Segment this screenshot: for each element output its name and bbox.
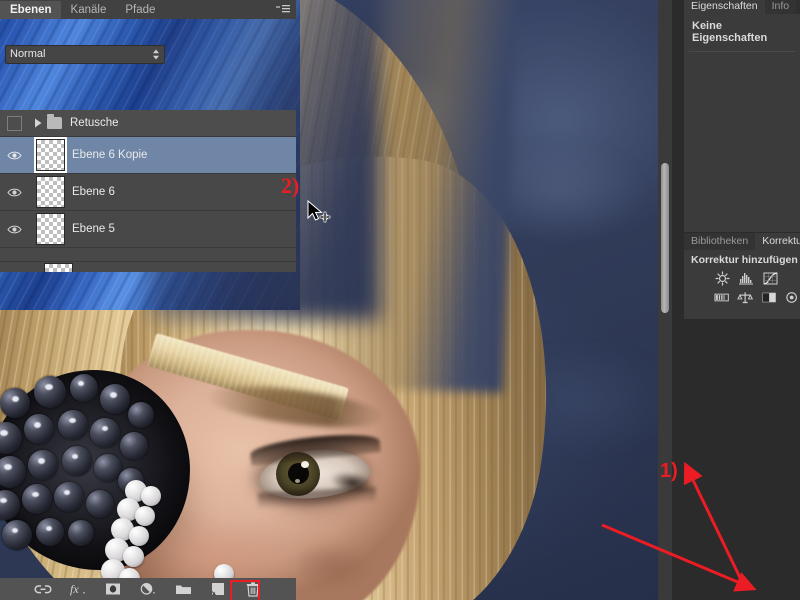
properties-panel: Eigenschaften Info Keine Eigenschaften <box>684 0 800 232</box>
arrow-to-layer <box>683 461 747 589</box>
tab-eigenschaften[interactable]: Eigenschaften <box>684 0 765 14</box>
table-row[interactable]: Retusche <box>0 110 296 137</box>
layer-list[interactable]: Retusche Ebene 6 Kopie Ebene 6 Ebene 5 <box>0 110 296 272</box>
new-layer-highlight-box <box>230 580 260 600</box>
annotation-step-2: 2) <box>281 173 300 198</box>
layer-style-fx-icon[interactable]: fx <box>69 581 87 597</box>
curves-icon[interactable] <box>762 271 779 286</box>
adjustments-icons-row-2 <box>684 288 800 307</box>
layer-row-partial[interactable] <box>0 261 296 272</box>
photoshop-window: Eigenschaften Info Keine Eigenschaften B… <box>0 0 800 600</box>
layers-bottom-toolbar: fx <box>0 578 296 600</box>
layer-thumbnail <box>35 176 65 208</box>
blend-mode-select[interactable]: Normal <box>5 44 165 64</box>
blend-mode-value: Normal <box>10 48 46 60</box>
layer-thumbnail-cell[interactable] <box>28 139 72 171</box>
eye-icon <box>6 151 22 159</box>
annotation-step-1: 1) <box>660 460 678 482</box>
image-canvas[interactable] <box>0 0 672 600</box>
visibility-toggle[interactable] <box>0 150 28 161</box>
adjustments-panel: Bibliotheken Korrekturen Korrektur hinzu… <box>684 233 800 319</box>
table-row[interactable]: Ebene 5 <box>0 211 296 248</box>
layer-thumbnail <box>44 263 73 272</box>
exposure-icon[interactable] <box>714 290 730 305</box>
visibility-toggle-group[interactable] <box>0 115 28 131</box>
layer-thumbnail-cell[interactable] <box>28 176 72 208</box>
visibility-toggle[interactable] <box>0 224 28 235</box>
chevron-right-icon[interactable] <box>34 118 43 128</box>
tab-pfade[interactable]: Pfade <box>115 1 164 19</box>
layer-name: Ebene 6 <box>72 186 115 198</box>
brightness-contrast-icon[interactable] <box>714 271 731 286</box>
adjustments-tabbar: Bibliotheken Korrekturen <box>684 233 800 250</box>
canvas-vertical-scrollbar[interactable] <box>658 0 672 600</box>
visibility-toggle[interactable] <box>0 187 28 198</box>
visibility-off-icon <box>6 115 22 131</box>
move-tool-cursor <box>307 200 331 223</box>
layer-name: Ebene 5 <box>72 223 115 235</box>
tab-kanaele[interactable]: Kanäle <box>61 1 116 19</box>
nose-shadow <box>300 545 410 600</box>
eye-catchlight-secondary <box>295 479 300 483</box>
layer-thumbnail-cell[interactable] <box>28 213 72 245</box>
layers-tabbar: Ebenen Kanäle Pfade <box>0 0 296 19</box>
table-row[interactable]: Ebene 6 Kopie <box>0 137 296 174</box>
new-layer-icon[interactable] <box>209 581 227 597</box>
link-layers-icon[interactable] <box>34 581 52 597</box>
properties-body <box>689 51 795 230</box>
tab-korrekturen[interactable]: Korrekturen <box>755 233 800 250</box>
spinner-icon[interactable] <box>152 49 160 60</box>
layer-thumbnail <box>35 139 65 171</box>
tab-ebenen[interactable]: Ebenen <box>0 1 61 19</box>
properties-heading: Keine Eigenschaften <box>692 20 768 44</box>
vibrance-icon[interactable] <box>737 290 754 305</box>
adjustment-layer-icon[interactable] <box>139 581 157 597</box>
panel-menu-icon[interactable] <box>276 5 290 15</box>
layer-name: Retusche <box>70 117 119 129</box>
properties-tabbar: Eigenschaften Info <box>684 0 800 14</box>
eye-catchlight <box>301 461 309 468</box>
layer-name: Ebene 6 Kopie <box>72 149 148 161</box>
tab-bibliotheken[interactable]: Bibliotheken <box>684 233 756 250</box>
tab-info[interactable]: Info <box>764 0 797 14</box>
adjustments-heading: Korrektur hinzufügen <box>691 254 798 266</box>
svg-text:fx: fx <box>70 582 79 596</box>
folder-icon <box>47 114 62 129</box>
adjustments-icons-row-1 <box>684 269 800 288</box>
eye-icon <box>6 188 22 196</box>
levels-icon[interactable] <box>738 271 755 286</box>
new-group-icon[interactable] <box>174 581 192 597</box>
canvas-scrollbar-thumb[interactable] <box>661 163 669 313</box>
eye-icon <box>6 225 22 233</box>
layer-thumbnail <box>35 213 65 245</box>
layer-mask-icon[interactable] <box>104 581 122 597</box>
photo-filter-icon[interactable] <box>784 290 800 305</box>
table-row[interactable]: Ebene 6 <box>0 174 296 211</box>
black-white-icon[interactable] <box>761 290 777 305</box>
